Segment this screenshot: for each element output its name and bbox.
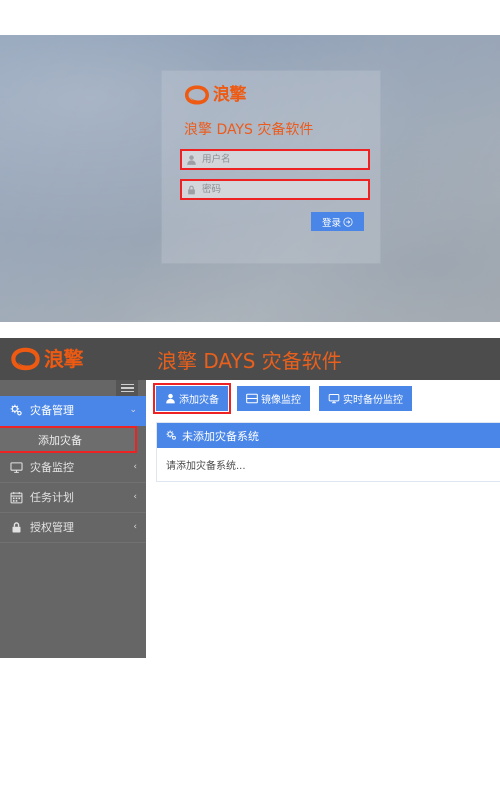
- user-icon: [187, 154, 196, 165]
- panel-header-title: 未添加灾备系统: [182, 429, 259, 443]
- panel-header: 未添加灾备系统: [157, 423, 500, 448]
- sidebar: 灾备管理 ⌄ 添加灾备 灾备监控 ‹ 任务计划 ‹ 授权管理 ‹: [0, 380, 146, 658]
- sidebar-item-label: 任务计划: [30, 491, 74, 504]
- app-brand-logo: 浪擎: [10, 346, 84, 372]
- sidebar-subitem-add-disaster-recovery[interactable]: 添加灾备: [0, 426, 137, 453]
- login-submit-label: 登录: [321, 217, 341, 229]
- sidebar-item-authorization-management[interactable]: 授权管理 ‹: [0, 513, 146, 543]
- login-title: 浪擎 DAYS 灾备软件: [184, 122, 314, 138]
- no-system-panel: 未添加灾备系统 请添加灾备系统...: [156, 422, 500, 482]
- login-brand-word: 浪擎: [213, 84, 247, 105]
- card-icon: [246, 393, 258, 404]
- desktop-monitor-icon: [328, 394, 340, 404]
- user-icon: [166, 393, 175, 404]
- sidebar-item-task-schedule[interactable]: 任务计划 ‹: [0, 483, 146, 513]
- toolbar: 添加灾备 镜像监控 实时备份监控: [153, 383, 412, 414]
- content-area: 添加灾备 镜像监控 实时备份监控 未添加灾备系统 请添加灾备系统...: [146, 380, 500, 658]
- monitor-icon: [9, 461, 23, 475]
- sidebar-subitem-label: 添加灾备: [38, 433, 82, 447]
- sidebar-item-label: 灾备管理: [30, 404, 74, 417]
- app-screenshot: 浪擎 浪擎 DAYS 灾备软件 灾备管理 ⌄ 添加灾备 灾备监控 ‹ 任务计划 …: [0, 338, 500, 658]
- sidebar-item-disaster-monitoring[interactable]: 灾备监控 ‹: [0, 453, 146, 483]
- arrow-circle-right-icon: [343, 216, 353, 227]
- realtime-backup-monitoring-button[interactable]: 实时备份监控: [319, 386, 412, 411]
- panel-body-text: 请添加灾备系统...: [166, 461, 246, 472]
- gears-icon: [9, 404, 23, 418]
- sidebar-item-disaster-management[interactable]: 灾备管理 ⌄: [0, 396, 146, 426]
- login-panel: 浪擎 浪擎 DAYS 灾备软件 用户名 密码 登录: [162, 71, 380, 263]
- login-brand-logo: 浪擎: [184, 82, 294, 108]
- lock-icon: [9, 521, 23, 535]
- add-disaster-recovery-label: 添加灾备: [179, 395, 219, 406]
- mirror-monitoring-label: 镜像监控: [261, 395, 301, 406]
- panel-body: 请添加灾备系统...: [157, 448, 500, 481]
- login-screenshot: 浪擎 浪擎 DAYS 灾备软件 用户名 密码 登录: [0, 35, 500, 322]
- username-field[interactable]: 用户名: [180, 149, 370, 170]
- password-field[interactable]: 密码: [180, 179, 370, 200]
- gears-icon: [166, 430, 176, 440]
- langqing-swirl-logo-icon: [11, 347, 40, 371]
- mirror-monitoring-button[interactable]: 镜像监控: [237, 386, 310, 411]
- username-placeholder: 用户名: [202, 153, 231, 165]
- app-brand-word: 浪擎: [44, 347, 84, 371]
- lock-icon: [188, 185, 195, 194]
- chevron-left-icon: ‹: [133, 462, 137, 472]
- realtime-backup-monitoring-label: 实时备份监控: [343, 395, 403, 406]
- chevron-left-icon: ‹: [133, 522, 137, 532]
- add-disaster-recovery-button[interactable]: 添加灾备: [153, 383, 231, 414]
- sidebar-item-label: 授权管理: [30, 521, 74, 534]
- hamburger-menu-icon[interactable]: [116, 380, 138, 396]
- sidebar-toggle-row: [0, 380, 146, 396]
- chevron-left-icon: ‹: [133, 492, 137, 502]
- password-placeholder: 密码: [202, 183, 222, 195]
- app-title: 浪擎 DAYS 灾备软件: [157, 349, 342, 373]
- langqing-swirl-logo-icon: [185, 85, 209, 105]
- calendar-icon: [9, 491, 23, 505]
- login-submit-button[interactable]: 登录: [311, 212, 364, 231]
- chevron-down-icon: ⌄: [129, 405, 137, 415]
- app-header: 浪擎 浪擎 DAYS 灾备软件: [0, 338, 500, 380]
- sidebar-item-label: 灾备监控: [30, 461, 74, 474]
